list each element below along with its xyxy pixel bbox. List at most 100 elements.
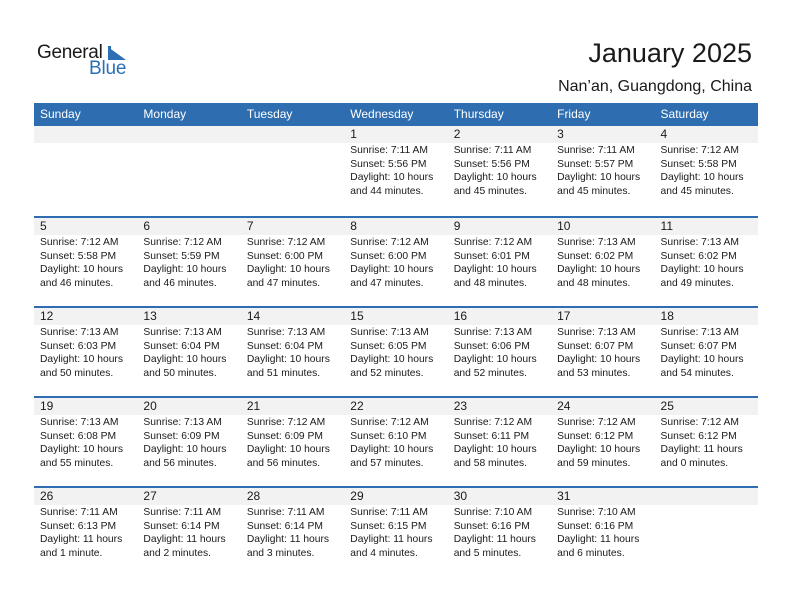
week-row: 5 Sunrise: 7:12 AM Sunset: 5:58 PM Daylight…: [34, 216, 758, 306]
location-subtitle: Nan’an, Guangdong, China: [558, 78, 752, 95]
daylight-text: Daylight: 10 hours: [143, 444, 227, 456]
daylight-text: and 44 minutes.: [350, 185, 424, 197]
daylight-text: Daylight: 11 hours: [660, 444, 743, 456]
daylight-text: Daylight: 10 hours: [557, 354, 641, 366]
sunrise-text: Sunrise: 7:13 AM: [143, 327, 222, 338]
day-cell: 4 Sunrise: 7:12 AM Sunset: 5:58 PM Daylight…: [654, 126, 758, 216]
weekday-header-row: Sunday Monday Tuesday Wednesday Thursday Frid…: [34, 103, 758, 126]
day-number: 6: [137, 218, 241, 235]
sunrise-text: Sunrise: 7:12 AM: [660, 145, 739, 156]
day-sun-info: Sunrise: 7:11 AM Sunset: 5:56 PM Daylight:…: [344, 143, 447, 198]
daylight-text: Daylight: 11 hours: [453, 534, 536, 546]
day-number: 19: [34, 398, 138, 415]
day-cell: 27 Sunrise: 7:11 AM Sunset: 6:14 PM Dayligh…: [137, 488, 241, 576]
sunrise-text: Sunrise: 7:12 AM: [557, 417, 636, 428]
day-sun-info: Sunrise: 7:13 AM Sunset: 6:06 PM Daylight:…: [448, 325, 551, 380]
day-number: 18: [654, 308, 758, 325]
daylight-text: and 48 minutes.: [557, 277, 631, 289]
day-number: [34, 126, 138, 143]
daylight-text: and 45 minutes.: [453, 185, 527, 197]
day-number: 14: [240, 308, 345, 325]
day-sun-info: Sunrise: 7:13 AM Sunset: 6:02 PM Daylight:…: [551, 235, 654, 290]
day-cell: 16 Sunrise: 7:13 AM Sunset: 6:06 PM Dayligh…: [447, 308, 552, 396]
daylight-text: Daylight: 10 hours: [143, 354, 227, 366]
sunset-text: Sunset: 6:05 PM: [350, 340, 427, 352]
daylight-text: and 47 minutes.: [350, 277, 424, 289]
day-sun-info: Sunrise: 7:13 AM Sunset: 6:07 PM Daylight:…: [551, 325, 654, 380]
day-cell: 24 Sunrise: 7:12 AM Sunset: 6:12 PM Dayligh…: [551, 398, 655, 486]
sunset-text: Sunset: 6:07 PM: [660, 340, 737, 352]
sunrise-text: Sunrise: 7:11 AM: [246, 507, 325, 518]
sunset-text: Sunset: 6:12 PM: [557, 430, 634, 442]
empty-day-cell: [34, 126, 138, 216]
day-sun-info: Sunrise: 7:12 AM Sunset: 6:01 PM Daylight:…: [448, 235, 551, 290]
daylight-text: and 4 minutes.: [350, 547, 418, 559]
day-sun-info: Sunrise: 7:13 AM Sunset: 6:02 PM Daylight:…: [655, 235, 758, 290]
day-cell: 31 Sunrise: 7:10 AM Sunset: 6:16 PM Dayligh…: [551, 488, 655, 576]
sunset-text: Sunset: 5:56 PM: [453, 158, 530, 170]
day-sun-info: Sunrise: 7:12 AM Sunset: 6:00 PM Daylight:…: [344, 235, 447, 290]
sunrise-text: Sunrise: 7:11 AM: [350, 507, 428, 518]
daylight-text: and 50 minutes.: [143, 367, 217, 379]
sunset-text: Sunset: 6:15 PM: [350, 520, 427, 532]
weekday-header-monday: Monday: [143, 107, 187, 121]
daylight-text: and 46 minutes.: [40, 277, 114, 289]
day-cell: 18 Sunrise: 7:13 AM Sunset: 6:07 PM Dayligh…: [654, 308, 758, 396]
day-cell: 29 Sunrise: 7:11 AM Sunset: 6:15 PM Dayligh…: [344, 488, 448, 576]
sunrise-text: Sunrise: 7:12 AM: [246, 417, 326, 428]
sunset-text: Sunset: 6:09 PM: [246, 430, 323, 442]
day-cell: 9 Sunrise: 7:12 AM Sunset: 6:01 PM Daylight…: [447, 218, 552, 306]
daylight-text: and 3 minutes.: [246, 547, 315, 559]
logo-text-blue: Blue: [89, 58, 127, 79]
day-number: 22: [344, 398, 448, 415]
day-number: 3: [551, 126, 655, 143]
sunset-text: Sunset: 6:03 PM: [40, 340, 117, 352]
day-number: 31: [551, 488, 655, 505]
day-cell: 15 Sunrise: 7:13 AM Sunset: 6:05 PM Dayligh…: [344, 308, 448, 396]
daylight-text: Daylight: 10 hours: [143, 264, 227, 276]
weekday-header-friday: Friday: [557, 107, 591, 121]
sunset-text: Sunset: 6:12 PM: [660, 430, 737, 442]
daylight-text: Daylight: 10 hours: [453, 264, 537, 276]
day-number: 29: [344, 488, 448, 505]
day-sun-info: Sunrise: 7:11 AM Sunset: 6:13 PM Daylight:…: [34, 505, 137, 560]
day-sun-info: Sunrise: 7:13 AM Sunset: 6:05 PM Daylight:…: [344, 325, 447, 380]
day-sun-info: Sunrise: 7:12 AM Sunset: 6:10 PM Daylight:…: [344, 415, 447, 470]
sunset-text: Sunset: 5:58 PM: [660, 158, 737, 170]
daylight-text: and 59 minutes.: [557, 457, 631, 469]
daylight-text: Daylight: 10 hours: [453, 172, 537, 184]
daylight-text: Daylight: 11 hours: [246, 534, 330, 546]
day-sun-info: Sunrise: 7:11 AM Sunset: 5:57 PM Daylight:…: [551, 143, 654, 198]
calendar-grid: Sunday Monday Tuesday Wednesday Thursday Frid…: [34, 103, 758, 576]
day-number: 24: [551, 398, 655, 415]
day-number: 8: [344, 218, 448, 235]
day-sun-info: Sunrise: 7:11 AM Sunset: 6:14 PM Daylight:…: [241, 505, 344, 560]
week-row: 19 Sunrise: 7:13 AM Sunset: 6:08 PM Dayligh…: [34, 396, 758, 486]
day-number: 28: [240, 488, 345, 505]
day-number: 16: [447, 308, 552, 325]
sunset-text: Sunset: 6:09 PM: [143, 430, 220, 442]
daylight-text: and 2 minutes.: [143, 547, 211, 559]
sunrise-text: Sunrise: 7:13 AM: [557, 237, 636, 248]
day-number: 27: [137, 488, 241, 505]
daylight-text: Daylight: 11 hours: [40, 534, 123, 546]
daylight-text: Daylight: 11 hours: [350, 534, 433, 546]
daylight-text: Daylight: 10 hours: [453, 354, 537, 366]
day-number: [240, 126, 345, 143]
sunset-text: Sunset: 6:14 PM: [143, 520, 220, 532]
sunrise-text: Sunrise: 7:12 AM: [453, 237, 533, 248]
daylight-text: and 53 minutes.: [557, 367, 631, 379]
daylight-text: Daylight: 10 hours: [350, 354, 434, 366]
day-cell: 5 Sunrise: 7:12 AM Sunset: 5:58 PM Daylight…: [34, 218, 138, 306]
sunrise-text: Sunrise: 7:12 AM: [350, 417, 429, 428]
daylight-text: Daylight: 10 hours: [660, 354, 744, 366]
day-number: 11: [654, 218, 758, 235]
sunset-text: Sunset: 6:14 PM: [246, 520, 323, 532]
logo: General Blue: [37, 42, 137, 82]
daylight-text: Daylight: 10 hours: [350, 264, 434, 276]
day-sun-info: Sunrise: 7:12 AM Sunset: 5:58 PM Daylight:…: [34, 235, 137, 290]
sunset-text: Sunset: 6:04 PM: [246, 340, 323, 352]
daylight-text: Daylight: 10 hours: [40, 264, 123, 276]
sunrise-text: Sunrise: 7:12 AM: [453, 417, 533, 428]
day-sun-info: Sunrise: 7:12 AM Sunset: 5:59 PM Daylight:…: [137, 235, 240, 290]
